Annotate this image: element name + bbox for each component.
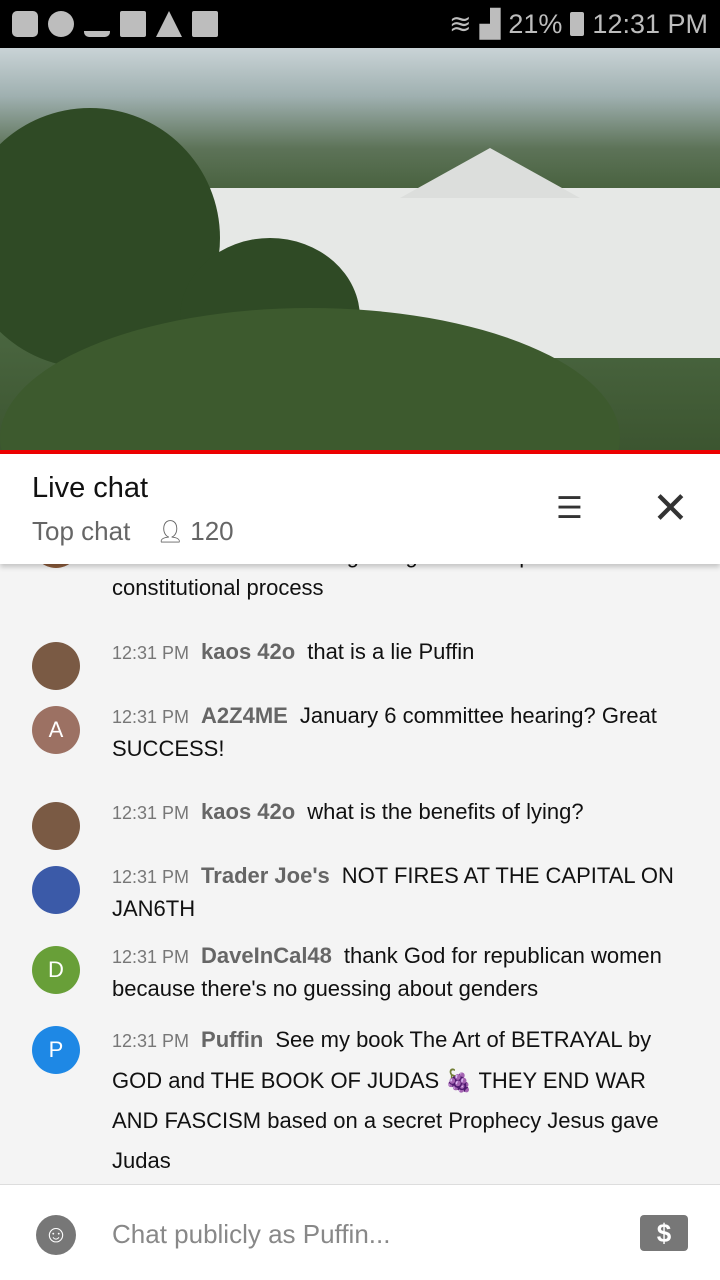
chat-message: D 12:31 PM DaveInCal48 thank God for repub… — [0, 940, 720, 1005]
status-bar: ≋ ▟ 21% 12:31 PM — [0, 0, 720, 48]
clock: 12:31 PM — [592, 8, 708, 39]
author-name[interactable]: Puffin — [201, 1027, 263, 1052]
missed-call-icon — [84, 11, 110, 37]
emoji-icon[interactable]: ☺ — [36, 1215, 76, 1255]
video-player[interactable] — [0, 48, 720, 450]
chat-message: 12:31 PM Trader Joe's NOT FIRES AT THE CAP… — [0, 860, 720, 925]
avatar: D — [32, 946, 80, 994]
avatar — [32, 866, 80, 914]
close-icon[interactable]: ✕ — [652, 484, 689, 534]
battery-icon — [570, 12, 585, 36]
person-icon: 👤︎ — [156, 518, 185, 544]
viewer-count: 120 — [190, 516, 234, 546]
author-name[interactable]: DaveInCal48 — [201, 943, 332, 968]
chat-message: not the same as storming Congress to sto… — [0, 564, 720, 604]
chat-input-bar: ☺ Chat publicly as Puffin... $ — [0, 1184, 720, 1280]
author-name[interactable]: kaos 42o — [201, 639, 295, 664]
chat-header: Live chat Top chat 👤︎ 120 ☰ ✕ — [0, 454, 720, 564]
filter-settings-icon[interactable]: ☰ — [556, 484, 583, 534]
chat-message: A 12:31 PM A2Z4ME January 6 committee hear… — [0, 700, 720, 765]
chat-input[interactable]: Chat publicly as Puffin... — [112, 1219, 390, 1250]
chat-title: Live chat — [32, 472, 149, 504]
chat-message: P 12:31 PM Puffin See my book The Art of B… — [0, 1020, 720, 1181]
warning-icon — [156, 11, 182, 37]
avatar: P — [32, 1026, 80, 1074]
chat-message: 12:31 PM kaos 42o that is a lie Puffin — [0, 636, 720, 690]
avatar — [32, 564, 80, 568]
top-chat-dropdown[interactable]: Top chat — [32, 516, 130, 547]
messenger-icon — [48, 11, 74, 37]
signal-icon: ▟ — [479, 8, 501, 39]
wifi-icon: ≋ — [448, 8, 472, 39]
battery-percent: 21% — [508, 8, 563, 39]
avatar: A — [32, 706, 80, 754]
chat-message: 12:31 PM kaos 42o what is the benefits of … — [0, 796, 720, 850]
avatar — [32, 642, 80, 690]
chat-list[interactable]: not the same as storming Congress to sto… — [0, 564, 720, 1184]
avatar — [32, 802, 80, 850]
youtube-icon — [12, 11, 38, 37]
folder-icon — [120, 11, 146, 37]
author-name[interactable]: Trader Joe's — [201, 863, 330, 888]
super-chat-icon[interactable]: $ — [640, 1215, 688, 1251]
author-name[interactable]: A2Z4ME — [201, 703, 288, 728]
author-name[interactable]: kaos 42o — [201, 799, 295, 824]
image-icon — [192, 11, 218, 37]
